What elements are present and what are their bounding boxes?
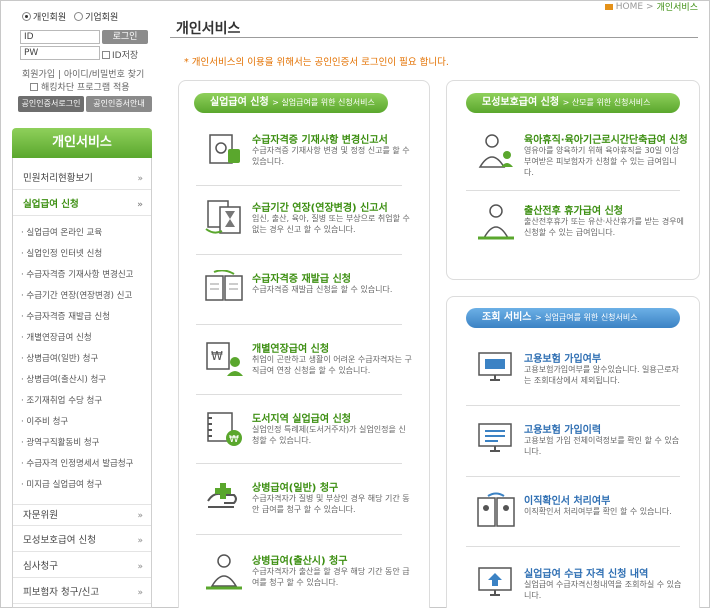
sub-item-job-search[interactable]: · 광역구직활동비 청구	[21, 436, 100, 448]
monitor-icon	[478, 352, 512, 381]
pw-input[interactable]: PW	[20, 46, 100, 60]
cert-buttons: 공인인증서로그인 공인인증서안내	[18, 96, 152, 112]
divider	[196, 185, 402, 186]
sub-item-statement[interactable]: · 수급자격 인정명세서 발급청구	[21, 457, 133, 469]
sidebar-item-unemployment[interactable]: 실업급여 신청»	[13, 194, 151, 216]
divider	[466, 476, 680, 477]
notebook-won-icon: ₩	[207, 412, 242, 446]
id-input[interactable]: ID	[20, 30, 100, 44]
cert-guide-button[interactable]: 공인인증서안내	[86, 96, 152, 112]
radio-corporate[interactable]: 기업회원	[74, 10, 118, 23]
sub-item-extension[interactable]: · 수급기간 연장(연장변경) 신고	[21, 289, 132, 301]
home-icon	[604, 3, 613, 10]
chevron-icon: »	[137, 511, 143, 521]
page-title: 개인서비스	[176, 21, 241, 37]
sidebar-item-status[interactable]: 민원처리현황보기»	[13, 168, 151, 190]
sub-item-internet[interactable]: · 실업인정 인터넷 신청	[21, 247, 102, 259]
sub-item-sick-birth[interactable]: · 상병급여(출산시) 청구	[21, 373, 106, 385]
mother-child-icon	[478, 134, 513, 168]
sub-item-unpaid[interactable]: · 미지급 실업급여 청구	[21, 478, 102, 490]
pregnant-icon	[478, 204, 514, 240]
sub-item-change[interactable]: · 수급자격증 기재사항 변경신고	[21, 268, 133, 280]
title-divider	[170, 37, 698, 38]
sidebar-item-maternity[interactable]: 모성보호급여 신청»	[13, 530, 151, 552]
radio-off-icon	[74, 12, 84, 21]
chevron-icon: »	[137, 562, 143, 572]
sidebar-nav: 민원처리현황보기» 실업급여 신청» · 실업급여 온라인 교육 · 실업인정 …	[12, 158, 152, 608]
sub-item-sick-general[interactable]: · 상병급여(일반) 청구	[21, 352, 98, 364]
sub-item-online-edu[interactable]: · 실업급여 온라인 교육	[21, 226, 102, 238]
person-hands-icon	[206, 554, 242, 590]
hand-cross-icon	[207, 483, 237, 508]
sub-item-reissue[interactable]: · 수급자격증 재발급 신청	[21, 310, 110, 322]
divider	[196, 324, 402, 325]
breadcrumb: HOME > 개인서비스	[604, 0, 698, 13]
sidebar-item-insured[interactable]: 피보험자 청구/신고»	[13, 582, 151, 604]
divider	[466, 190, 680, 191]
cert-login-button[interactable]: 공인인증서로그인	[18, 96, 84, 112]
sidebar-item-review[interactable]: 심사청구»	[13, 556, 151, 578]
chevron-icon: »	[137, 174, 143, 184]
login-notice: * 개인서비스의 이용을 위해서는 공인인증서 로그인이 필요 합니다.	[184, 57, 449, 68]
won-person-icon: ₩	[206, 342, 243, 376]
inquiry-header: 조회 서비스 > 실업급여를 위한 신청서비스	[466, 308, 680, 328]
sidebar-item-advisor[interactable]: 자문위원»	[13, 504, 151, 526]
chevron-icon: »	[137, 200, 143, 210]
sub-item-individual-ext[interactable]: · 개별연장급여 신청	[21, 331, 92, 343]
breadcrumb-current: 개인서비스	[656, 3, 698, 13]
sub-item-moving[interactable]: · 이주비 청구	[21, 415, 68, 427]
book-icon	[205, 270, 243, 301]
checkbox-icon	[102, 50, 110, 59]
account-links[interactable]: 회원가입 | 아이디/비밀번호 찾기	[22, 67, 144, 80]
maternity-header: 모성보호급여 신청 > 산모를 위한 신청서비스	[466, 93, 680, 113]
radio-individual[interactable]: 개인회원	[22, 10, 66, 23]
divider	[196, 463, 402, 464]
unemployment-header: 실업급여 신청 > 실업급여를 위한 신청서비스	[194, 93, 388, 113]
divider	[196, 394, 402, 395]
svg-text:₩: ₩	[211, 349, 223, 363]
monitor-list-icon	[478, 423, 512, 452]
document-pencil-icon	[209, 134, 240, 164]
divider	[466, 546, 680, 547]
id-save[interactable]: ID저장	[102, 48, 138, 61]
svg-text:₩: ₩	[229, 434, 239, 445]
sidebar-title: 개인서비스	[12, 128, 152, 158]
hacking-block[interactable]: 해킹차단 프로그램 적용	[30, 80, 130, 93]
monitor-upload-icon	[478, 567, 512, 596]
divider	[196, 534, 402, 535]
divider	[466, 405, 680, 406]
two-people-icon	[477, 492, 515, 527]
hourglass-document-icon	[205, 200, 241, 234]
login-button[interactable]: 로그인	[102, 30, 148, 44]
sub-item-early-reemploy[interactable]: · 조기재취업 수당 청구	[21, 394, 102, 406]
breadcrumb-home[interactable]: HOME	[616, 2, 643, 12]
checkbox-icon	[30, 82, 38, 91]
member-type: 개인회원 기업회원	[22, 10, 118, 23]
chevron-icon: »	[137, 588, 143, 598]
chevron-icon: »	[137, 536, 143, 546]
radio-on-icon	[22, 12, 31, 21]
divider	[196, 254, 402, 255]
